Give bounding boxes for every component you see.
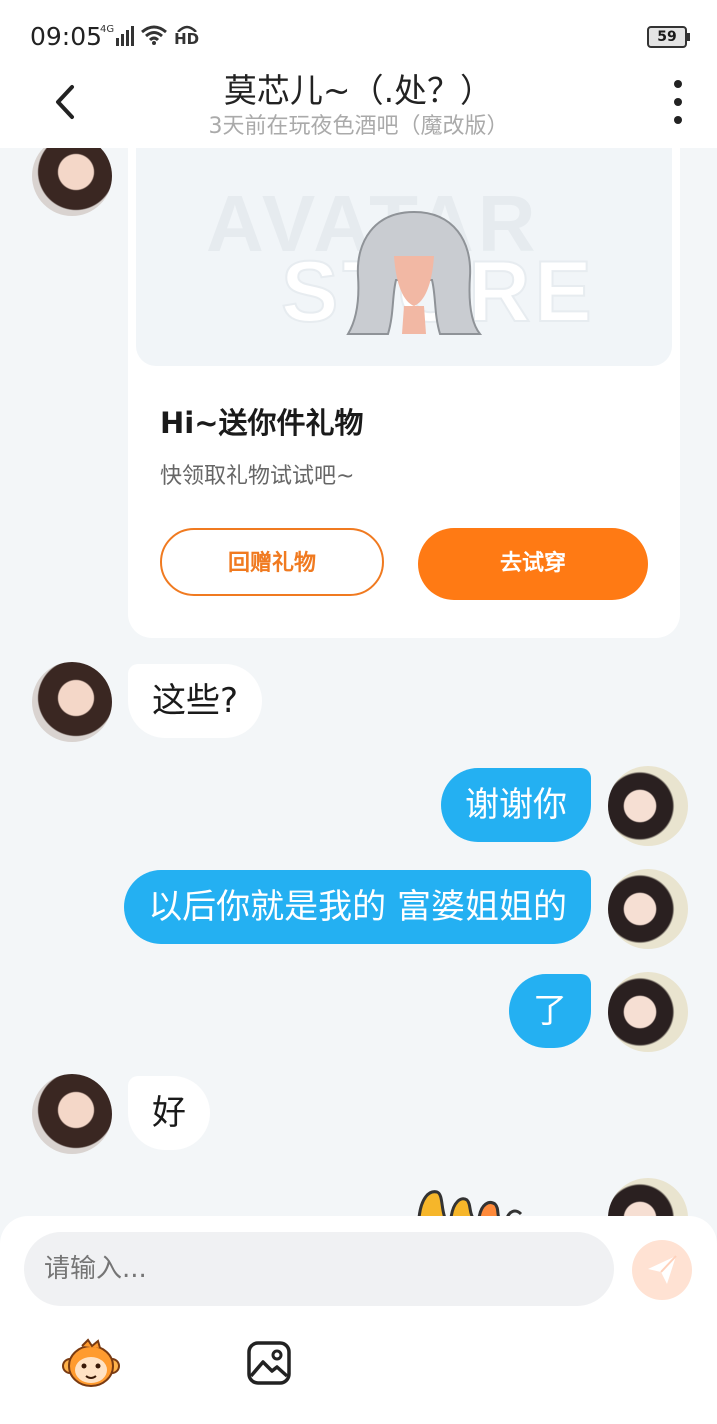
status-time: 09:05 (30, 22, 103, 51)
signal-icon: 4G (100, 24, 135, 46)
gift-card[interactable]: AVATAR STORE Hi~送你件礼物 快领取礼物试试吧~ 回赠礼物 去试穿 (128, 148, 680, 638)
message-bubble-incoming[interactable]: 这些? (128, 664, 263, 738)
avatar[interactable] (608, 766, 688, 846)
hair-item-icon (346, 210, 483, 335)
emoji-button[interactable] (62, 1338, 120, 1390)
gift-preview-image[interactable]: AVATAR STORE (136, 148, 672, 366)
chat-header: 莫芯儿~（.处？） 3天前在玩夜色酒吧（魔改版） (0, 62, 717, 148)
message-bubble-outgoing[interactable]: 了 (509, 974, 591, 1048)
network-type: 4G (100, 24, 115, 35)
monkey-emoji-icon (62, 1338, 120, 1387)
more-vertical-icon (674, 80, 682, 88)
return-gift-button[interactable]: 回赠礼物 (160, 528, 384, 596)
gift-description: 快领取礼物试试吧~ (160, 464, 355, 489)
sticker-image[interactable] (415, 1188, 525, 1216)
try-on-button[interactable]: 去试穿 (418, 528, 648, 600)
wifi-icon (141, 25, 168, 45)
image-icon (247, 1341, 291, 1385)
message-list[interactable]: AVATAR STORE Hi~送你件礼物 快领取礼物试试吧~ 回赠礼物 去试穿… (0, 148, 717, 1216)
avatar[interactable] (608, 972, 688, 1052)
composer-panel (0, 1216, 717, 1424)
avatar[interactable] (608, 869, 688, 949)
paper-plane-icon (648, 1255, 677, 1284)
avatar[interactable] (32, 148, 112, 216)
avatar[interactable] (608, 1178, 688, 1216)
message-input[interactable] (24, 1232, 614, 1306)
hd-icon: HD (174, 24, 199, 47)
more-options-button[interactable] (663, 80, 693, 124)
avatar[interactable] (32, 1074, 112, 1154)
message-bubble-outgoing[interactable]: 以后你就是我的 富婆姐姐的 (124, 870, 591, 944)
avatar[interactable] (32, 662, 112, 742)
chat-subtitle: 3天前在玩夜色酒吧（魔改版） (208, 114, 509, 139)
chat-title[interactable]: 莫芯儿~（.处？） (0, 64, 717, 112)
gift-title: Hi~送你件礼物 (160, 406, 364, 440)
message-bubble-incoming[interactable]: 好 (128, 1076, 210, 1150)
message-bubble-outgoing[interactable]: 谢谢你 (441, 768, 591, 842)
image-button[interactable] (246, 1340, 292, 1386)
status-icons: 4G HD (100, 24, 199, 47)
battery-indicator: 59 (647, 26, 690, 48)
send-button[interactable] (632, 1240, 692, 1300)
